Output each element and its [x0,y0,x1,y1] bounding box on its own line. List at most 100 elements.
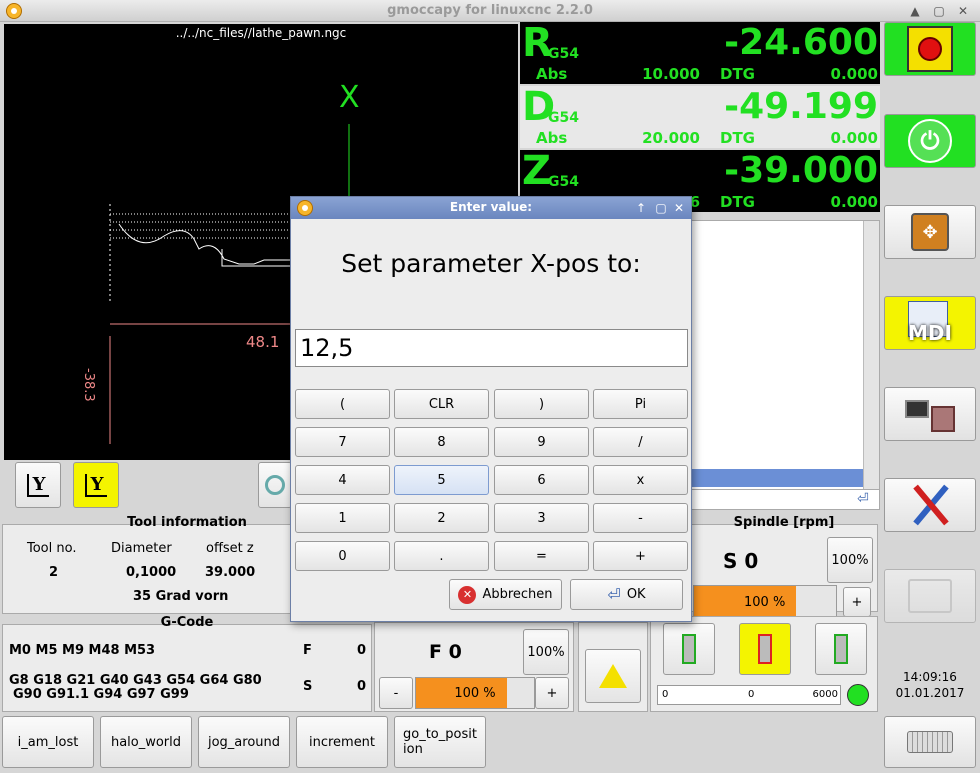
gcode-s-label: S [303,679,313,694]
settings-button[interactable] [884,478,976,532]
spindle-reverse-button[interactable] [815,623,867,675]
spindle-scale-max: 6000 [812,689,838,700]
macro-button[interactable]: jog_around [198,716,290,768]
view-y-tool-button[interactable]: Y [73,462,119,508]
keypad-key[interactable]: 6 [494,465,589,495]
jog-arrows-icon: ✥ [911,213,949,251]
window-title: gmoccapy for linuxcnc 2.2.0 [387,3,593,18]
dro-dtg-label: DTG [720,65,755,83]
view-y-button[interactable]: Y [15,462,61,508]
offset-z-value: 39.000 [205,565,256,580]
keypad-key[interactable]: / [593,427,688,457]
keypad-key[interactable]: ) [494,389,589,419]
dro-abs-value: 20.000 [642,129,700,147]
tool-description: 35 Grad vorn [133,589,229,604]
dro-coord-system: G54 [548,174,579,190]
auto-mode-button[interactable] [884,387,976,441]
dimension-horizontal: 48.1 [246,333,280,351]
diameter-header: Diameter [111,541,172,556]
spindle-stop-button[interactable] [739,623,791,675]
keypad-key[interactable]: 1 [295,503,390,533]
macro-button[interactable]: increment [296,716,388,768]
feed-override-bar[interactable]: 100 % [415,677,535,709]
coolant-panel [578,622,648,712]
keyboard-button[interactable] [884,716,976,768]
dialog-maximize-icon[interactable]: ▢ [653,200,669,216]
jog-mode-button[interactable]: ✥ [884,205,976,259]
dro-d[interactable]: D G54 -49.199 Abs 20.000 DTG 0.000 [520,84,880,148]
dialog-title: Enter value: [449,200,533,214]
keypad-key[interactable]: 8 [394,427,489,457]
spindle-at-speed-led [847,684,869,706]
dro-abs-label: Abs [536,129,568,147]
spindle-forward-icon [682,634,696,664]
ok-button[interactable]: ⏎ OK [570,579,683,610]
feed-plus-button[interactable]: + [535,677,569,709]
keypad-key[interactable]: Pi [593,389,688,419]
maximize-icon[interactable]: ▢ [931,3,947,19]
spindle-title: Spindle [rpm] [733,515,835,530]
dialog-minimize-icon[interactable]: ↑ [633,200,649,216]
keypad-key[interactable]: . [394,541,489,571]
feed-override-reset-button[interactable]: 100% [523,629,569,675]
zoom-in-button[interactable] [258,462,292,508]
active-gcodes-1: G8 G18 G21 G40 G43 G54 G64 G80 [9,673,262,688]
spindle-plus-button[interactable]: + [843,587,871,617]
keypad-key[interactable]: + [593,541,688,571]
spindle-override-text: 100 % [744,594,786,610]
cancel-button[interactable]: ✕ Abbrechen [449,579,562,610]
feed-minus-button[interactable]: - [379,677,413,709]
dro-r[interactable]: R G54 -24.600 Abs 10.000 DTG 0.000 [520,20,880,84]
spindle-forward-button[interactable] [663,623,715,675]
dro-coord-system: G54 [548,46,579,62]
gcode-s-value: 0 [357,679,367,694]
macro-button[interactable]: i_am_lost [2,716,94,768]
coolant-icon [599,664,627,688]
enter-icon[interactable]: ⏎ [857,491,869,507]
keypad-key[interactable]: 0 [295,541,390,571]
clock-date: 01.01.2017 [895,686,965,700]
gcode-panel: G-Code M0 M5 M9 M48 M53 G8 G18 G21 G40 G… [2,615,372,712]
gcode-scrollbar[interactable] [863,221,879,489]
keypad-key[interactable]: - [593,503,688,533]
keypad-key[interactable]: x [593,465,688,495]
spindle-override-bar[interactable]: 100 % [693,585,837,619]
view-y-label: Y [26,473,50,497]
keypad-key[interactable]: 3 [494,503,589,533]
keypad-key[interactable]: ( [295,389,390,419]
keypad-key[interactable]: = [494,541,589,571]
dro-dtg-label: DTG [720,193,755,211]
diameter-value: 0,1000 [126,565,177,580]
keypad-key[interactable]: 2 [394,503,489,533]
ok-label: OK [626,587,646,602]
coolant-button[interactable] [585,649,641,703]
keypad-key[interactable]: 9 [494,427,589,457]
value-input[interactable]: 12,5 [295,329,688,367]
power-icon: ⏻ [908,119,952,163]
zoom-in-icon [265,475,285,495]
ok-icon: ⏎ [607,585,621,604]
mdi-button[interactable]: MDI [884,296,976,350]
dimension-vertical: -38.3 [81,368,96,402]
macro-button[interactable]: go_to_position [394,716,486,768]
estop-button[interactable] [884,22,976,76]
mdi-icon: MDI [904,301,956,345]
spindle-override-reset-button[interactable]: 100% [827,537,873,583]
close-icon[interactable]: ✕ [955,3,971,19]
keypad-key[interactable]: 4 [295,465,390,495]
estop-icon [907,26,953,72]
dialog-close-icon[interactable]: ✕ [671,200,687,216]
keypad-clear-key[interactable]: CLR [394,389,489,419]
keypad-key[interactable]: 7 [295,427,390,457]
power-button[interactable]: ⏻ [884,114,976,168]
gcode-f-label: F [303,643,312,658]
cancel-icon: ✕ [458,585,477,604]
machine-auto-icon [903,394,957,434]
user-tabs-button[interactable] [884,569,976,623]
macro-button[interactable]: halo_world [100,716,192,768]
spindle-speed-meter: 0 0 6000 [657,685,841,705]
keypad-key[interactable]: 5 [394,465,489,495]
dro-value: -49.199 [724,86,878,127]
cancel-label: Abbrechen [482,587,553,602]
minimize-icon[interactable]: ▲ [907,3,923,19]
